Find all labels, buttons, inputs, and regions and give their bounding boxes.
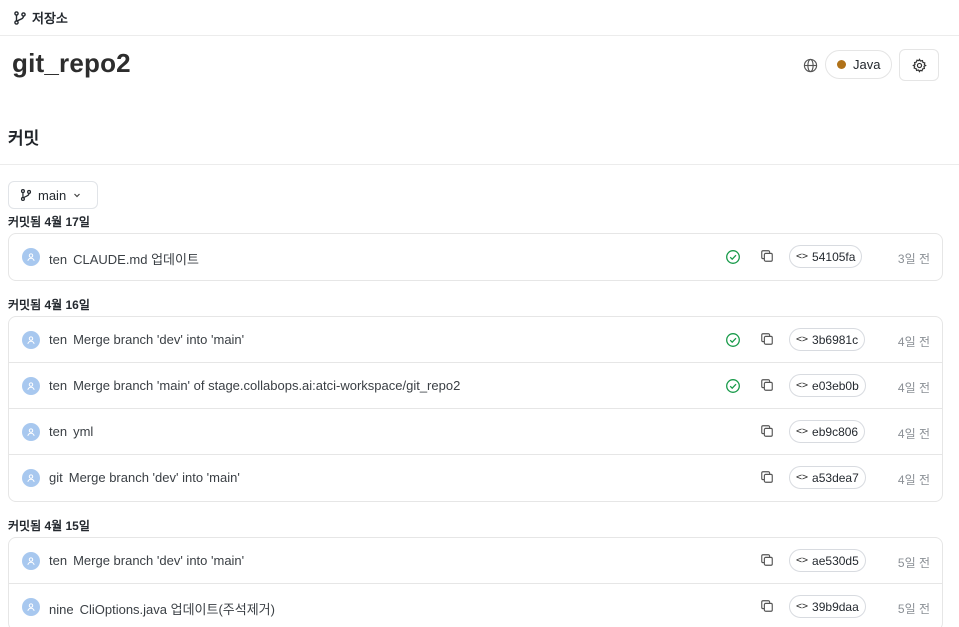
commit-time: 4일 전	[897, 335, 930, 349]
commit-message[interactable]: CLAUDE.md 업데이트	[73, 252, 199, 267]
chevron-down-icon	[72, 190, 82, 200]
commit-time: 4일 전	[897, 473, 930, 487]
commit-sha: eb9c806	[812, 424, 859, 439]
commit-sha-button[interactable]: <> eb9c806	[789, 420, 866, 443]
code-icon: <>	[796, 555, 809, 566]
code-icon: <>	[796, 426, 809, 437]
commit-summary: ten Merge branch 'dev' into 'main'	[49, 332, 244, 347]
code-icon: <>	[796, 601, 809, 612]
commit-time: 5일 전	[897, 556, 930, 570]
gear-icon	[911, 57, 927, 73]
commit-time: 3일 전	[897, 252, 930, 266]
commit-sha: 3b6981c	[812, 332, 859, 347]
copy-icon[interactable]	[760, 553, 776, 569]
commit-author[interactable]: ten	[49, 252, 67, 267]
commit-time: 5일 전	[897, 602, 930, 616]
commit-row[interactable]: ten yml <> eb9c806 4일 전	[9, 409, 942, 455]
avatar[interactable]	[22, 248, 40, 266]
globe-icon[interactable]	[801, 56, 819, 74]
code-icon: <>	[796, 380, 809, 391]
commit-group: ten CLAUDE.md 업데이트 <> 54105fa 3일 전	[8, 233, 943, 281]
commit-message[interactable]: Merge branch 'main' of stage.collabops.a…	[73, 378, 460, 393]
commit-row[interactable]: nine CliOptions.java 업데이트(주석제거) <> 39b9daa…	[9, 584, 942, 627]
commit-sha: ae530d5	[812, 553, 859, 568]
copy-icon[interactable]	[760, 332, 776, 348]
avatar[interactable]	[22, 331, 40, 349]
language-color-dot	[837, 60, 846, 69]
commit-author[interactable]: ten	[49, 553, 67, 568]
copy-icon[interactable]	[760, 249, 776, 265]
commit-sha: 39b9daa	[812, 599, 859, 614]
settings-button[interactable]	[899, 49, 939, 81]
code-icon: <>	[796, 251, 809, 262]
git-branch-icon	[12, 10, 28, 26]
copy-icon[interactable]	[760, 378, 776, 394]
code-icon: <>	[796, 472, 809, 483]
commit-author[interactable]: ten	[49, 424, 67, 439]
top-bar: 저장소	[0, 0, 959, 36]
commit-message[interactable]: Merge branch 'dev' into 'main'	[73, 332, 244, 347]
git-branch-icon	[19, 188, 33, 202]
commit-row[interactable]: ten CLAUDE.md 업데이트 <> 54105fa 3일 전	[9, 234, 942, 280]
commit-date-label: 커밋됨 4월 16일	[8, 298, 90, 312]
commit-row[interactable]: ten Merge branch 'dev' into 'main' <> ae53…	[9, 538, 942, 584]
check-circle-icon	[725, 332, 741, 348]
commit-author[interactable]: nine	[49, 602, 74, 617]
commit-author[interactable]: ten	[49, 332, 67, 347]
language-badge: Java	[825, 50, 893, 79]
commit-author[interactable]: ten	[49, 378, 67, 393]
commit-summary: ten Merge branch 'dev' into 'main'	[49, 553, 244, 568]
code-icon: <>	[796, 334, 809, 345]
commit-group: ten Merge branch 'dev' into 'main' <> 3b69…	[8, 316, 943, 502]
commit-summary: ten yml	[49, 424, 93, 439]
repo-title: git_repo2	[12, 48, 131, 78]
commit-message[interactable]: yml	[73, 424, 93, 439]
commit-sha: a53dea7	[812, 470, 859, 485]
language-label: Java	[853, 57, 881, 72]
commit-message[interactable]: Merge branch 'dev' into 'main'	[73, 553, 244, 568]
commit-sha: 54105fa	[812, 249, 856, 264]
commit-sha-button[interactable]: <> 39b9daa	[789, 595, 866, 618]
commit-row[interactable]: ten Merge branch 'main' of stage.collabop…	[9, 363, 942, 409]
commit-message[interactable]: CliOptions.java 업데이트(주석제거)	[80, 602, 275, 617]
copy-icon[interactable]	[760, 424, 776, 440]
check-circle-icon	[725, 249, 741, 265]
commit-message[interactable]: Merge branch 'dev' into 'main'	[69, 470, 240, 485]
commit-sha-button[interactable]: <> e03eb0b	[789, 374, 866, 397]
commit-author[interactable]: git	[49, 470, 63, 485]
commit-date-label: 커밋됨 4월 17일	[8, 215, 90, 229]
copy-icon[interactable]	[760, 599, 776, 615]
avatar[interactable]	[22, 377, 40, 395]
commits-section-title: 커밋	[8, 129, 40, 148]
commit-sha-button[interactable]: <> a53dea7	[789, 466, 866, 489]
avatar[interactable]	[22, 469, 40, 487]
commit-time: 4일 전	[897, 427, 930, 441]
commit-sha-button[interactable]: <> 3b6981c	[789, 328, 866, 351]
copy-icon[interactable]	[760, 470, 776, 486]
repo-header: git_repo2 Java	[0, 36, 959, 96]
commit-sha: e03eb0b	[812, 378, 859, 393]
commit-row[interactable]: git Merge branch 'dev' into 'main' <> a53d…	[9, 455, 942, 501]
commit-summary: ten Merge branch 'main' of stage.collabop…	[49, 378, 460, 393]
commit-row[interactable]: ten Merge branch 'dev' into 'main' <> 3b69…	[9, 317, 942, 363]
section-divider	[0, 164, 959, 165]
branch-name: main	[38, 187, 67, 203]
commit-summary: ten CLAUDE.md 업데이트	[49, 249, 199, 268]
commit-date-label: 커밋됨 4월 15일	[8, 519, 90, 533]
commit-time: 4일 전	[897, 381, 930, 395]
avatar[interactable]	[22, 598, 40, 616]
breadcrumb-repositories[interactable]: 저장소	[32, 8, 68, 27]
commit-sha-button[interactable]: <> 54105fa	[789, 245, 863, 268]
avatar[interactable]	[22, 423, 40, 441]
commit-group: ten Merge branch 'dev' into 'main' <> ae53…	[8, 537, 943, 627]
check-circle-icon	[725, 378, 741, 394]
branch-selector[interactable]: main	[8, 181, 98, 209]
commit-summary: nine CliOptions.java 업데이트(주석제거)	[49, 599, 275, 618]
avatar[interactable]	[22, 552, 40, 570]
commit-sha-button[interactable]: <> ae530d5	[789, 549, 866, 572]
commit-summary: git Merge branch 'dev' into 'main'	[49, 470, 240, 485]
